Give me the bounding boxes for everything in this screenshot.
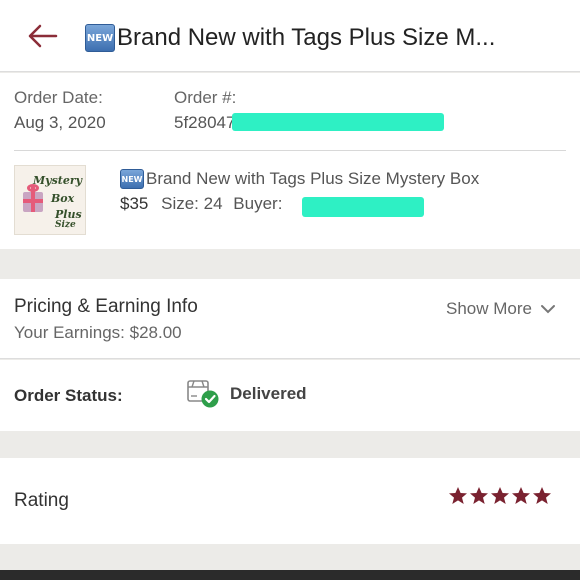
buyer-name-redaction <box>302 197 424 217</box>
page-title: NEW Brand New with Tags Plus Size M... <box>85 24 556 52</box>
thumb-text-1: Mystery <box>33 174 83 187</box>
star-icon <box>470 487 488 504</box>
new-badge-icon: NEW <box>120 169 144 189</box>
star-icon <box>491 487 509 504</box>
pricing-earning-card[interactable]: Pricing & Earning Info Your Earnings: $2… <box>0 279 580 359</box>
order-date-label: Order Date: <box>14 88 103 107</box>
star-icon <box>533 487 551 504</box>
order-number-label: Order #: <box>174 88 237 107</box>
star-rating <box>448 486 553 506</box>
order-status-row: Order Status: Delivered <box>0 360 580 431</box>
rating-label: Rating <box>14 490 69 511</box>
show-more-label: Show More <box>446 299 532 318</box>
item-title-text: Brand New with Tags Plus Size Mystery Bo… <box>146 169 480 188</box>
bottom-edge-bar <box>0 570 580 580</box>
order-number-redaction <box>232 113 444 131</box>
order-status-value: Delivered <box>230 384 307 403</box>
rating-row[interactable]: Rating <box>0 458 580 544</box>
new-badge-icon: NEW <box>85 24 115 52</box>
item-title[interactable]: NEW Brand New with Tags Plus Size Myster… <box>120 169 479 189</box>
order-info-card: Order Date: Aug 3, 2020 Order #: 5f28047… <box>0 73 580 249</box>
divider <box>14 150 566 151</box>
show-more-button[interactable]: Show More <box>446 299 556 319</box>
delivered-box-check-icon <box>187 380 219 408</box>
thumb-text-2: Box <box>51 192 75 205</box>
back-arrow-icon[interactable] <box>26 22 58 50</box>
order-date-value: Aug 3, 2020 <box>14 113 106 132</box>
star-icon <box>512 487 530 504</box>
gift-bow <box>27 184 39 192</box>
star-icon <box>449 487 467 504</box>
item-thumbnail[interactable]: Mystery Box Plus Size <box>14 165 86 235</box>
chevron-down-icon <box>541 305 555 314</box>
thumb-text-4: Size <box>55 220 76 230</box>
item-details: $35 Size: 24 Buyer: <box>120 194 288 214</box>
pricing-title: Pricing & Earning Info <box>14 296 198 317</box>
item-size: Size: 24 <box>161 194 223 213</box>
page-title-text: Brand New with Tags Plus Size M... <box>117 24 496 51</box>
buyer-label: Buyer: <box>233 194 283 213</box>
gift-ribbon <box>23 199 43 203</box>
earnings-text: Your Earnings: $28.00 <box>14 323 182 342</box>
order-status-label: Order Status: <box>14 386 123 405</box>
item-price: $35 <box>120 194 149 213</box>
top-app-bar: NEW Brand New with Tags Plus Size M... <box>0 0 580 72</box>
